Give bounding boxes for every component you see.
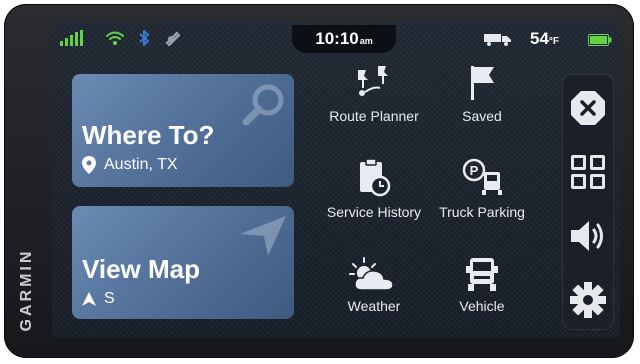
weather-icon xyxy=(349,257,394,291)
volume-icon xyxy=(571,221,603,251)
tile-vehicle[interactable]: Vehicle xyxy=(426,256,538,314)
flag-icon xyxy=(471,66,494,100)
volume-button[interactable] xyxy=(562,210,614,262)
battery-icon xyxy=(588,33,612,51)
view-map-heading: S xyxy=(82,290,115,308)
settings-gear-icon xyxy=(570,282,606,318)
close-button[interactable] xyxy=(562,82,614,134)
sidebar xyxy=(562,74,614,330)
view-map-heading-label: S xyxy=(104,290,115,307)
bluetooth-icon xyxy=(138,30,150,51)
where-to-location: Austin, TX xyxy=(82,156,178,174)
tile-saved[interactable]: Saved xyxy=(426,64,538,124)
apps-grid-icon xyxy=(571,155,605,189)
where-to-location-label: Austin, TX xyxy=(104,156,178,173)
temperature-unit: °F xyxy=(548,36,560,47)
search-icon xyxy=(242,84,284,126)
location-pin-icon xyxy=(82,156,96,174)
clock-ampm: am xyxy=(359,36,373,46)
tile-saved-label: Saved xyxy=(462,108,502,124)
apps-button[interactable] xyxy=(562,146,614,198)
svg-text:P: P xyxy=(470,163,479,178)
tile-weather-label: Weather xyxy=(347,298,401,314)
where-to-title: Where To? xyxy=(82,120,215,150)
view-map-title: View Map xyxy=(82,254,201,284)
temperature-value: 54 xyxy=(530,29,549,48)
tile-route-planner-label: Route Planner xyxy=(329,108,419,124)
screen: 10:10am 54°F Where To? Austin, TX View M… xyxy=(52,22,620,338)
clock: 10:10am xyxy=(292,25,396,53)
map-arrow-icon xyxy=(240,216,286,256)
brand-logo: GARMIN xyxy=(18,248,35,332)
settings-button[interactable] xyxy=(562,274,614,326)
clock-time: 10:10 xyxy=(315,29,359,48)
status-bar: 10:10am 54°F xyxy=(52,22,620,56)
signal-bars-icon xyxy=(60,30,86,51)
heading-arrow-icon xyxy=(82,292,96,306)
temperature: 54°F xyxy=(530,29,559,49)
navigator-device: GARMIN 10:10am 54°F Where To? Austin, TX… xyxy=(4,4,634,358)
truck-parking-icon: P xyxy=(462,158,502,195)
truck-icon xyxy=(484,32,512,51)
tile-truck-parking[interactable]: P Truck Parking xyxy=(426,158,538,220)
tile-truck-parking-label: Truck Parking xyxy=(439,204,525,220)
tile-route-planner[interactable]: Route Planner xyxy=(318,64,430,124)
close-icon xyxy=(571,91,605,125)
tile-vehicle-label: Vehicle xyxy=(459,298,505,314)
where-to-button[interactable]: Where To? Austin, TX xyxy=(72,74,294,187)
route-planner-icon xyxy=(358,66,388,96)
wifi-icon xyxy=(106,30,124,51)
tile-service-history-label: Service History xyxy=(326,204,422,220)
phone-app-icon xyxy=(164,30,181,51)
tile-weather[interactable]: Weather xyxy=(318,256,430,314)
tile-service-history[interactable]: Service History xyxy=(318,158,430,220)
view-map-button[interactable]: View Map S xyxy=(72,206,294,319)
vehicle-icon xyxy=(466,258,498,291)
service-history-icon xyxy=(360,158,391,197)
